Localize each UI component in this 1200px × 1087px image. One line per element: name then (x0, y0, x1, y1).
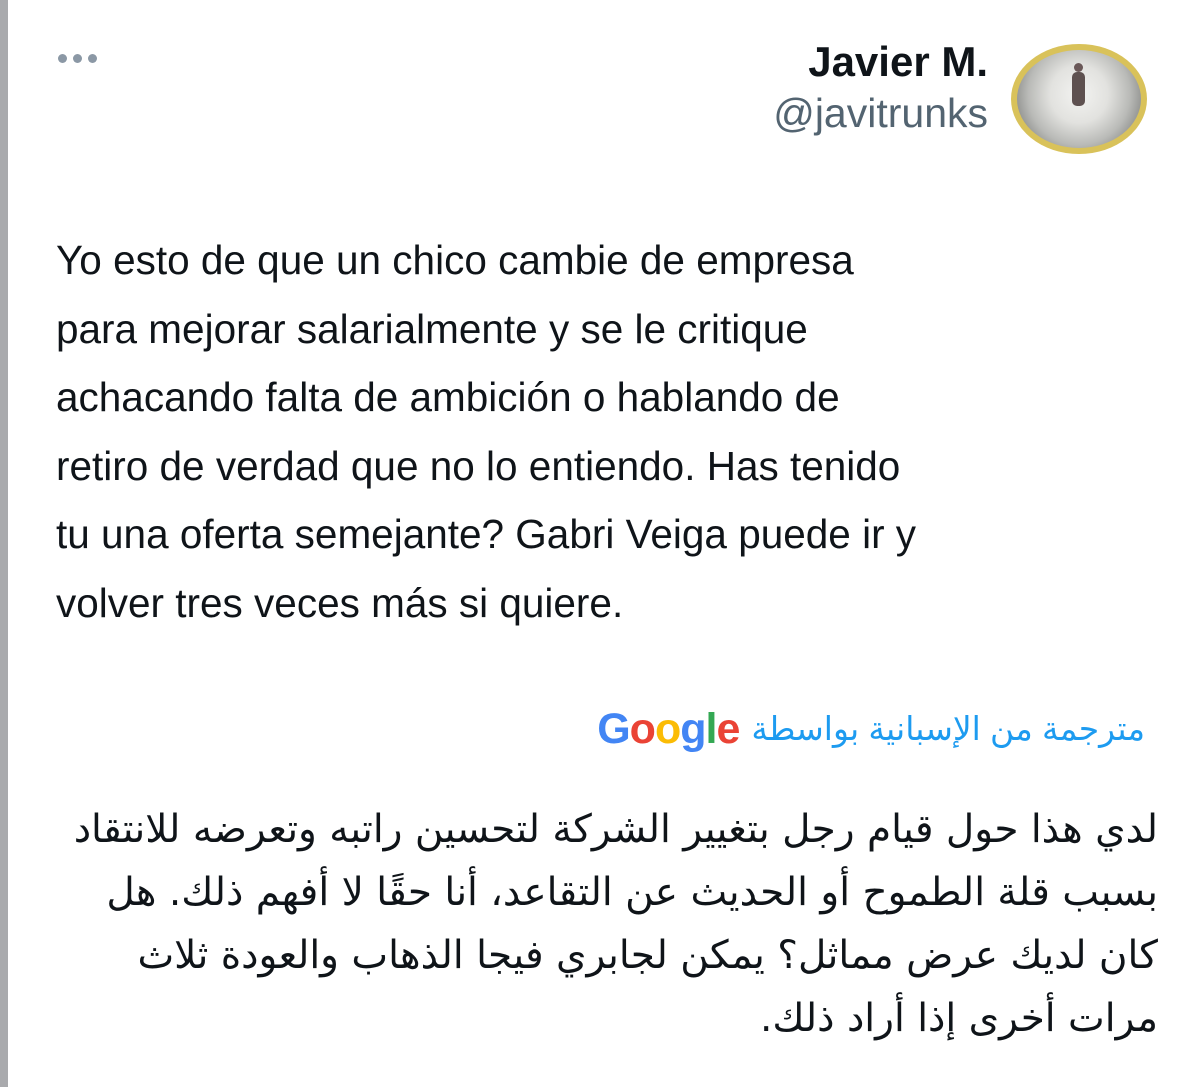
avatar[interactable] (1011, 44, 1147, 154)
translation-attribution[interactable]: مترجمة من الإسبانية بواسطة Google (555, 700, 1145, 758)
avatar-figure (1072, 63, 1085, 106)
author-display-name[interactable]: Javier M. (773, 36, 988, 88)
more-horizontal-icon (58, 53, 67, 63)
google-logo: Google (597, 705, 740, 753)
author-handle[interactable]: @javitrunks (773, 88, 988, 138)
translated-tweet-text: لدي هذا حول قيام رجل بتغيير الشركة لتحسي… (73, 807, 1158, 1041)
more-options-button[interactable] (58, 44, 108, 72)
tweet-text: Yo esto de que un chico cambie de empres… (56, 237, 917, 626)
more-horizontal-icon-dot (73, 53, 82, 63)
translation-label: مترجمة من الإسبانية بواسطة (751, 710, 1145, 747)
tweet-author: Javier M. @javitrunks (773, 36, 988, 138)
avatar-image (1017, 50, 1141, 148)
thread-line (0, 0, 8, 1087)
more-horizontal-icon-dot (88, 53, 97, 63)
